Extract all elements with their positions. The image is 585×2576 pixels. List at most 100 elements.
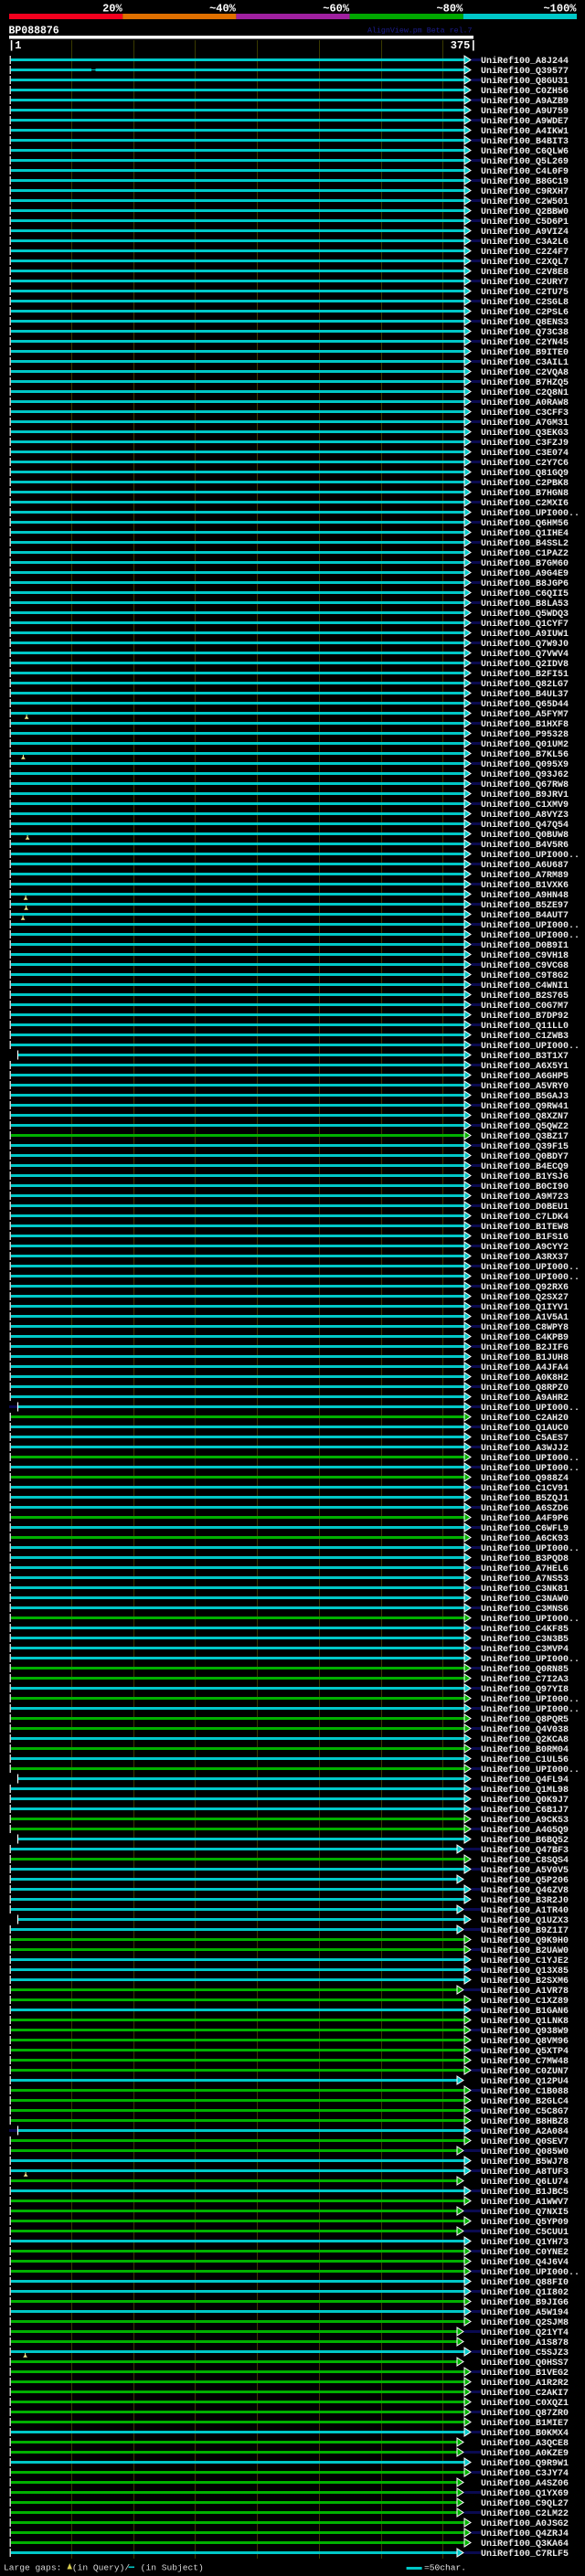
svg-text:UniRef100_Q7NXI5: UniRef100_Q7NXI5 bbox=[481, 2207, 569, 2218]
svg-text:UniRef100_Q8GU31: UniRef100_Q8GU31 bbox=[481, 76, 569, 87]
svg-text:UniRef100_C3MVP4: UniRef100_C3MVP4 bbox=[481, 1644, 569, 1655]
svg-text:UniRef100_UPI000..: UniRef100_UPI000.. bbox=[481, 1654, 580, 1665]
svg-text:UniRef100_Q12PU4: UniRef100_Q12PU4 bbox=[481, 2076, 569, 2087]
svg-text:UniRef100_A7HEL6: UniRef100_A7HEL6 bbox=[481, 1564, 569, 1574]
svg-text:UniRef100_UPI000..: UniRef100_UPI000.. bbox=[481, 1463, 580, 1474]
svg-text:UniRef100_Q1YH73: UniRef100_Q1YH73 bbox=[481, 2237, 569, 2248]
svg-text:UniRef100_C5D6P1: UniRef100_C5D6P1 bbox=[481, 217, 569, 228]
svg-text:UniRef100_A1V5A1: UniRef100_A1V5A1 bbox=[481, 1312, 569, 1323]
svg-text:UniRef100_UPI000..: UniRef100_UPI000.. bbox=[481, 1694, 580, 1705]
svg-text:UniRef100_Q8XZN7: UniRef100_Q8XZN7 bbox=[481, 1111, 569, 1122]
svg-text:UniRef100_Q1I802: UniRef100_Q1I802 bbox=[481, 2287, 569, 2298]
svg-text:UniRef100_Q4ZRJ4: UniRef100_Q4ZRJ4 bbox=[481, 2528, 569, 2539]
svg-text:UniRef100_Q0BUW8: UniRef100_Q0BUW8 bbox=[481, 830, 569, 841]
svg-text:UniRef100_B1JUH8: UniRef100_B1JUH8 bbox=[481, 1352, 569, 1363]
svg-text:UniRef100_Q6LU74: UniRef100_Q6LU74 bbox=[481, 2177, 569, 2188]
svg-text:UniRef100_C2XQL7: UniRef100_C2XQL7 bbox=[481, 257, 569, 268]
svg-text:UniRef100_UPI000..: UniRef100_UPI000.. bbox=[481, 1041, 580, 1052]
svg-text:UniRef100_A4IKW1: UniRef100_A4IKW1 bbox=[481, 126, 569, 137]
svg-text:UniRef100_Q0SEV7: UniRef100_Q0SEV7 bbox=[481, 2136, 569, 2147]
svg-text:UniRef100_A8VYZ3: UniRef100_A8VYZ3 bbox=[481, 810, 569, 821]
svg-text:UniRef100_B7DP92: UniRef100_B7DP92 bbox=[481, 1011, 569, 1022]
svg-text:UniRef100_C2Z4F7: UniRef100_C2Z4F7 bbox=[481, 247, 569, 258]
svg-text:UniRef100_B8HBZ8: UniRef100_B8HBZ8 bbox=[481, 2116, 569, 2127]
svg-text:UniRef100_B4BIT3: UniRef100_B4BIT3 bbox=[481, 136, 569, 147]
svg-text:UniRef100_C2W501: UniRef100_C2W501 bbox=[481, 196, 569, 207]
svg-text:UniRef100_A8TUF3: UniRef100_A8TUF3 bbox=[481, 2167, 569, 2178]
svg-text:UniRef100_C2YN45: UniRef100_C2YN45 bbox=[481, 337, 569, 348]
svg-text:UniRef100_A4JFA4: UniRef100_A4JFA4 bbox=[481, 1362, 569, 1373]
svg-text:UniRef100_C3E074: UniRef100_C3E074 bbox=[481, 448, 569, 459]
svg-text:UniRef100_B6BQ52: UniRef100_B6BQ52 bbox=[481, 1835, 569, 1846]
svg-text:UniRef100_A6GHP5: UniRef100_A6GHP5 bbox=[481, 1071, 569, 1082]
svg-text:UniRef100_C2SGL8: UniRef100_C2SGL8 bbox=[481, 297, 569, 308]
svg-text:UniRef100_A9M723: UniRef100_A9M723 bbox=[481, 1192, 569, 1203]
svg-text:UniRef100_Q4J6V4: UniRef100_Q4J6V4 bbox=[481, 2257, 569, 2268]
svg-text:UniRef100_Q085W0: UniRef100_Q085W0 bbox=[481, 2147, 569, 2157]
svg-text:UniRef100_UPI000..: UniRef100_UPI000.. bbox=[481, 1704, 580, 1715]
svg-text:UniRef100_C1XMV9: UniRef100_C1XMV9 bbox=[481, 800, 569, 811]
svg-text:UniRef100_C0ZUN7: UniRef100_C0ZUN7 bbox=[481, 2066, 569, 2077]
svg-text:UniRef100_A1VR78: UniRef100_A1VR78 bbox=[481, 1986, 569, 1997]
svg-text:UniRef100_B0RM04: UniRef100_B0RM04 bbox=[481, 1744, 569, 1755]
svg-text:UniRef100_B2S765: UniRef100_B2S765 bbox=[481, 991, 569, 1002]
svg-text:UniRef100_B1GAN6: UniRef100_B1GAN6 bbox=[481, 2006, 569, 2017]
svg-text:UniRef100_C1B088: UniRef100_C1B088 bbox=[481, 2086, 569, 2097]
svg-text:UniRef100_B7KL56: UniRef100_B7KL56 bbox=[481, 749, 569, 760]
svg-text:Large gaps: (in Query)/ (in: Large gaps: (in Query)/ (in Subject) bbox=[4, 2563, 204, 2573]
svg-text:UniRef100_B9Z1I7: UniRef100_B9Z1I7 bbox=[481, 1925, 569, 1936]
svg-text:UniRef100_B4V5R6: UniRef100_B4V5R6 bbox=[481, 840, 569, 851]
svg-text:UniRef100_C0YNE2: UniRef100_C0YNE2 bbox=[481, 2247, 569, 2258]
svg-text:UniRef100_C7I2A3: UniRef100_C7I2A3 bbox=[481, 1674, 569, 1685]
svg-text:UniRef100_B2JIF6: UniRef100_B2JIF6 bbox=[481, 1342, 569, 1353]
svg-text:UniRef100_A6X5Y1: UniRef100_A6X5Y1 bbox=[481, 1061, 569, 1072]
svg-text:UniRef100_C2AKI7: UniRef100_C2AKI7 bbox=[481, 2388, 569, 2399]
svg-text:UniRef100_Q21YT4: UniRef100_Q21YT4 bbox=[481, 2327, 569, 2338]
svg-text:UniRef100_Q938W9: UniRef100_Q938W9 bbox=[481, 2026, 569, 2037]
svg-text:UniRef100_Q47Q54: UniRef100_Q47Q54 bbox=[481, 820, 569, 831]
svg-text:UniRef100_C5CUU1: UniRef100_C5CUU1 bbox=[481, 2227, 569, 2238]
svg-text:UniRef100_B2SXM6: UniRef100_B2SXM6 bbox=[481, 1976, 569, 1987]
svg-text:UniRef100_A3QCE8: UniRef100_A3QCE8 bbox=[481, 2438, 569, 2449]
svg-text:UniRef100_B3PQD8: UniRef100_B3PQD8 bbox=[481, 1553, 569, 1564]
svg-text:UniRef100_A0RAW8: UniRef100_A0RAW8 bbox=[481, 398, 569, 408]
svg-text:UniRef100_A9AZB9: UniRef100_A9AZB9 bbox=[481, 96, 569, 107]
svg-text:UniRef100_B0KMX4: UniRef100_B0KMX4 bbox=[481, 2428, 569, 2439]
svg-text:UniRef100_B1MIE7: UniRef100_B1MIE7 bbox=[481, 2418, 569, 2429]
svg-text:UniRef100_A5FYM7: UniRef100_A5FYM7 bbox=[481, 709, 569, 720]
svg-text:UniRef100_Q1LNK8: UniRef100_Q1LNK8 bbox=[481, 2016, 569, 2027]
svg-text:UniRef100_Q1UZX3: UniRef100_Q1UZX3 bbox=[481, 1915, 569, 1926]
svg-text:UniRef100_A9CYY2: UniRef100_A9CYY2 bbox=[481, 1242, 569, 1253]
svg-text:UniRef100_A0KZE9: UniRef100_A0KZE9 bbox=[481, 2448, 569, 2459]
svg-text:UniRef100_B2UAW0: UniRef100_B2UAW0 bbox=[481, 1945, 569, 1956]
svg-text:UniRef100_C3NK81: UniRef100_C3NK81 bbox=[481, 1584, 569, 1595]
svg-text:UniRef100_Q3BZ17: UniRef100_Q3BZ17 bbox=[481, 1131, 569, 1142]
svg-text:UniRef100_A1R2R2: UniRef100_A1R2R2 bbox=[481, 2378, 569, 2389]
svg-text:UniRef100_C1XZ89: UniRef100_C1XZ89 bbox=[481, 1996, 569, 2007]
svg-text:UniRef100_B4AUT7: UniRef100_B4AUT7 bbox=[481, 910, 569, 921]
svg-text:UniRef100_Q7W9J0: UniRef100_Q7W9J0 bbox=[481, 639, 569, 650]
svg-text:UniRef100_Q6HM56: UniRef100_Q6HM56 bbox=[481, 518, 569, 529]
svg-text:UniRef100_Q4V038: UniRef100_Q4V038 bbox=[481, 1724, 569, 1735]
svg-text:UniRef100_Q3KA64: UniRef100_Q3KA64 bbox=[481, 2539, 569, 2549]
svg-text:UniRef100_B2FI51: UniRef100_B2FI51 bbox=[481, 669, 569, 680]
svg-text:UniRef100_Q47BF3: UniRef100_Q47BF3 bbox=[481, 1845, 569, 1856]
svg-text:UniRef100_Q65D44: UniRef100_Q65D44 bbox=[481, 699, 569, 710]
svg-text:UniRef100_C3NAW0: UniRef100_C3NAW0 bbox=[481, 1594, 569, 1605]
svg-text:UniRef100_C6B1J7: UniRef100_C6B1J7 bbox=[481, 1805, 569, 1816]
svg-text:UniRef100_C5AES7: UniRef100_C5AES7 bbox=[481, 1433, 569, 1444]
svg-text:UniRef100_Q67RW8: UniRef100_Q67RW8 bbox=[481, 779, 569, 790]
svg-text:UniRef100_Q11LL0: UniRef100_Q11LL0 bbox=[481, 1021, 569, 1032]
svg-text:UniRef100_Q5WDQ3: UniRef100_Q5WDQ3 bbox=[481, 609, 569, 620]
svg-text:UniRef100_Q5QWZ2: UniRef100_Q5QWZ2 bbox=[481, 1121, 569, 1132]
svg-text:UniRef100_C9QL27: UniRef100_C9QL27 bbox=[481, 2498, 569, 2509]
svg-text:UniRef100_Q0K9J7: UniRef100_Q0K9J7 bbox=[481, 1795, 569, 1806]
svg-text:UniRef100_A6SZD6: UniRef100_A6SZD6 bbox=[481, 1503, 569, 1514]
svg-text:UniRef100_C2Q8N1: UniRef100_C2Q8N1 bbox=[481, 387, 569, 398]
svg-text:UniRef100_A1S878: UniRef100_A1S878 bbox=[481, 2337, 569, 2348]
svg-text:UniRef100_Q92RX6: UniRef100_Q92RX6 bbox=[481, 1282, 569, 1293]
svg-text:UniRef100_Q13X85: UniRef100_Q13X85 bbox=[481, 1966, 569, 1977]
svg-text:UniRef100_A9HN48: UniRef100_A9HN48 bbox=[481, 890, 569, 901]
svg-text:UniRef100_B0CI90: UniRef100_B0CI90 bbox=[481, 1182, 569, 1193]
svg-text:UniRef100_Q2IDV8: UniRef100_Q2IDV8 bbox=[481, 659, 569, 670]
